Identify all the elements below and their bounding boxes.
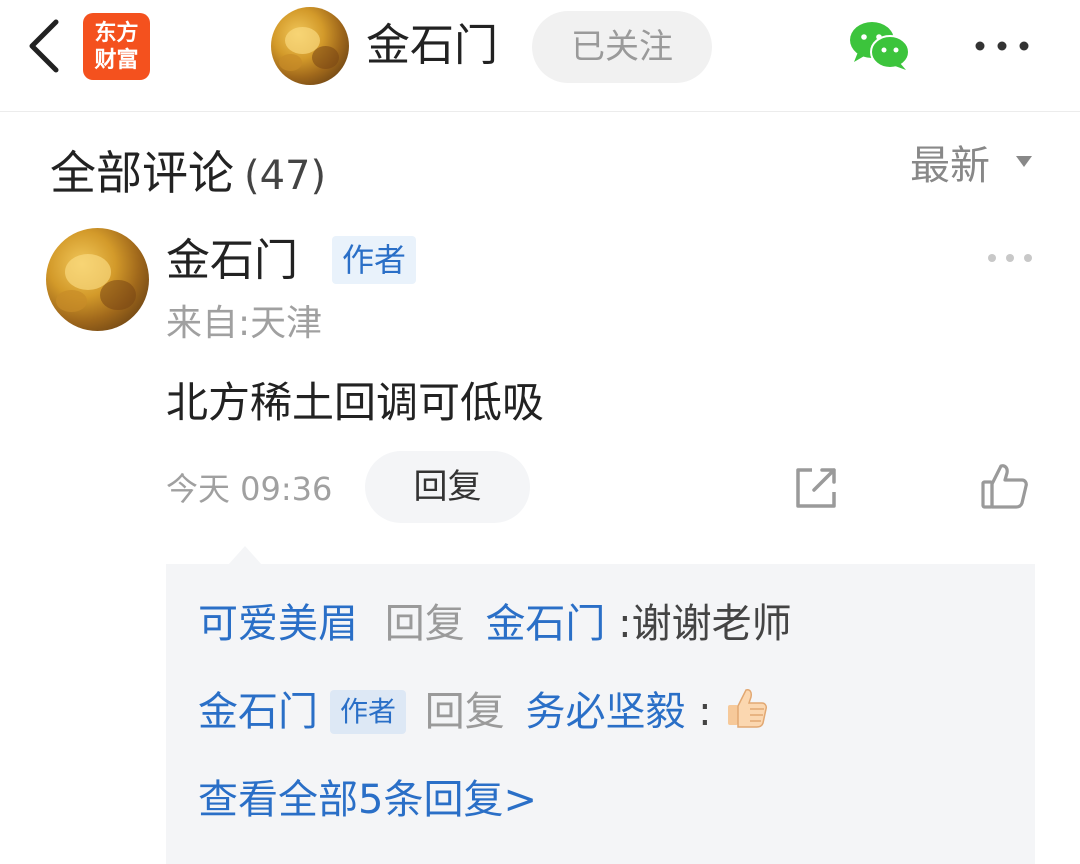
follow-button[interactable]: 已关注 <box>532 11 712 83</box>
reply-item[interactable]: 金石门 作者 回复 务必坚毅 : <box>198 682 770 742</box>
reply-text: 谢谢老师 <box>631 601 792 647</box>
caret-down-icon[interactable] <box>1016 156 1032 167</box>
app-logo-text-1: 东方 <box>94 21 139 46</box>
reply-item[interactable]: 可爱美眉 回复 金石门 :谢谢老师 <box>198 594 792 654</box>
wechat-share-icon[interactable] <box>848 20 912 72</box>
view-all-replies-link[interactable]: 查看全部5条回复> <box>198 770 537 830</box>
thumbs-up-icon[interactable] <box>980 462 1030 510</box>
author-badge: 作者 <box>330 690 407 734</box>
reply-button[interactable]: 回复 <box>365 451 530 523</box>
reply-verb: 回复 <box>384 601 465 647</box>
reply-to-user[interactable]: 金石门 <box>485 601 605 647</box>
comments-count: (47) <box>244 153 327 199</box>
back-arrow-icon[interactable] <box>22 14 66 78</box>
reply-from-user[interactable]: 金石门 <box>198 689 318 735</box>
header-avatar[interactable] <box>271 7 349 85</box>
author-badge: 作者 <box>332 236 416 284</box>
replies-pointer <box>228 546 262 565</box>
reply-from-user[interactable]: 可爱美眉 <box>198 601 358 647</box>
reply-separator: : <box>698 689 712 735</box>
comment-more-icon[interactable] <box>986 252 1034 264</box>
reply-separator: : <box>618 601 632 647</box>
top-bar: 东方 财富 金石门 已关注 <box>0 0 1080 112</box>
comment-avatar[interactable] <box>46 228 149 331</box>
app-logo-text-2: 财富 <box>94 48 139 73</box>
comment-location: 来自:天津 <box>166 303 323 344</box>
replies-panel: 可爱美眉 回复 金石门 :谢谢老师 金石门 作者 回复 务必坚毅 : 查看全部5条… <box>166 564 1035 864</box>
comment-content: 北方稀土回调可低吸 <box>166 378 545 427</box>
app-logo[interactable]: 东方 财富 <box>83 13 150 80</box>
reply-to-user[interactable]: 务必坚毅 <box>525 689 685 735</box>
share-icon[interactable] <box>792 464 840 512</box>
comments-title-text: 全部评论 <box>50 146 234 200</box>
more-menu-icon[interactable] <box>972 36 1032 56</box>
sort-dropdown[interactable]: 最新 <box>910 136 990 196</box>
comment-timestamp: 今天 09:36 <box>166 470 333 508</box>
reply-verb: 回复 <box>424 689 505 735</box>
thumbs-up-emoji-icon <box>728 689 768 728</box>
header-user-name[interactable]: 金石门 <box>366 16 498 76</box>
comment-author-name[interactable]: 金石门 <box>166 230 298 292</box>
comments-section-title: 全部评论 (47) <box>50 140 326 209</box>
